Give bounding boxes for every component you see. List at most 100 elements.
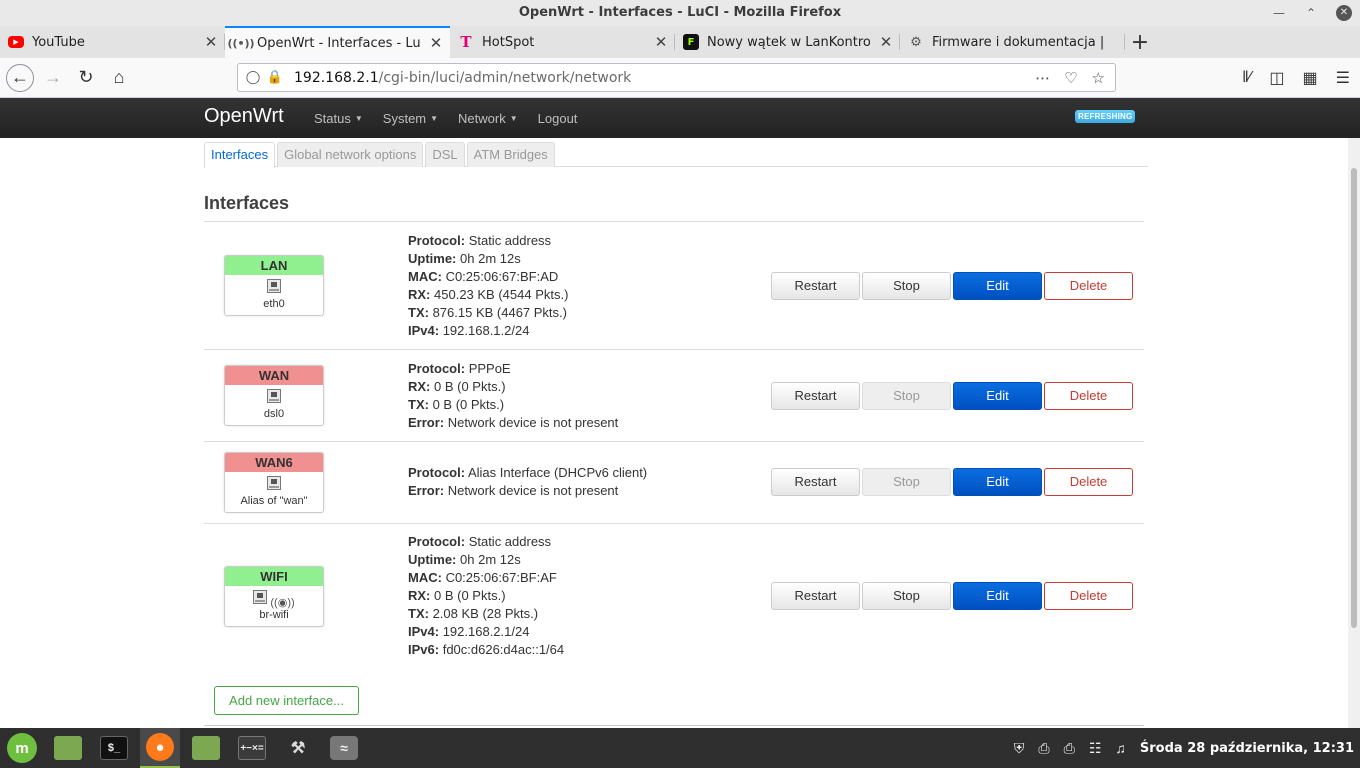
network-tray-icon[interactable]: ☷ [1089, 740, 1102, 757]
ethernet-port-icon [267, 389, 281, 403]
telekom-icon: T [460, 33, 472, 51]
url-text[interactable]: 192.168.2.1/cgi-bin/luci/admin/network/n… [294, 70, 1035, 86]
info-value: 0 B (0 Pkts.) [434, 379, 506, 394]
new-tab-icon[interactable]: + [1125, 26, 1155, 58]
edit-button[interactable]: Edit [953, 582, 1042, 610]
hamburger-menu-icon[interactable]: ☰ [1336, 68, 1350, 88]
mint-menu-button[interactable]: m [2, 728, 42, 768]
wifi-device-icon: ((◉)) [270, 597, 295, 609]
stop-button[interactable]: Stop [862, 272, 951, 300]
divider [204, 725, 1144, 726]
tab-close-icon[interactable]: ✕ [203, 33, 219, 51]
sound-tray-icon[interactable]: ♫ [1115, 740, 1126, 756]
info-value: 2.08 KB (28 Pkts.) [432, 606, 539, 621]
maximize-icon[interactable]: ⌃ [1304, 6, 1318, 20]
edit-button[interactable]: Edit [953, 468, 1042, 496]
info-mac: MAC: C0:25:06:67:BF:AD [408, 268, 568, 286]
bookmark-star-icon[interactable]: ☆ [1092, 69, 1105, 87]
launcher-firefox[interactable]: ● [140, 728, 180, 768]
tab-close-icon[interactable]: ✕ [653, 33, 669, 51]
tab-close-icon[interactable]: ✕ [428, 34, 444, 52]
home-icon[interactable]: ⌂ [105, 64, 133, 92]
info-label: RX: [408, 588, 431, 603]
launcher-files[interactable] [48, 728, 88, 768]
tab-lankontrole[interactable]: F Nowy wątek w LanKontrole ✕ [675, 26, 900, 58]
refreshing-badge[interactable]: REFRESHING [1075, 110, 1136, 123]
edit-button[interactable]: Edit [953, 382, 1042, 410]
extensions-icon[interactable]: ▦ [1303, 68, 1318, 88]
minimize-icon[interactable]: — [1272, 6, 1286, 20]
device-name: dsl0 [263, 408, 285, 420]
printer-tray-icon[interactable]: ⎙ [1064, 740, 1075, 757]
subtab-interfaces[interactable]: Interfaces [204, 142, 276, 168]
menu-label: System [382, 110, 427, 126]
restart-button[interactable]: Restart [771, 582, 860, 610]
shield-icon[interactable]: ◯ [242, 70, 264, 85]
brand-logo[interactable]: OpenWrt [204, 105, 284, 128]
delete-button[interactable]: Delete [1044, 272, 1133, 300]
add-interface-button[interactable]: Add new interface... [214, 686, 359, 715]
restart-button[interactable]: Restart [771, 468, 860, 496]
url-host: 192.168.2.1 [294, 69, 379, 86]
edit-button[interactable]: Edit [953, 272, 1042, 300]
menu-logout[interactable]: Logout [538, 111, 578, 126]
delete-button[interactable]: Delete [1044, 468, 1133, 496]
device-name: eth0 [263, 298, 285, 310]
sidebar-icon[interactable]: ◫ [1269, 68, 1284, 88]
info-label: Error: [408, 415, 445, 430]
tab-openwrt[interactable]: ((•)) OpenWrt - Interfaces - LuCI ✕ [225, 26, 450, 58]
restart-button[interactable]: Restart [771, 382, 860, 410]
stop-button[interactable]: Stop [862, 582, 951, 610]
launcher-dbeaver[interactable]: ⚒ [278, 728, 318, 768]
scrollbar-thumb[interactable] [1351, 168, 1357, 628]
page-actions-icon[interactable]: ⋯ [1035, 69, 1050, 87]
library-icon[interactable]: ‖∕ [1242, 69, 1251, 87]
info-value: 0 B (0 Pkts.) [434, 588, 506, 603]
info-value: 192.168.2.1/24 [442, 624, 530, 639]
launcher-folder[interactable] [186, 728, 226, 768]
tab-close-icon[interactable]: ✕ [878, 33, 894, 51]
tab-hotspot[interactable]: T HotSpot ✕ [450, 26, 675, 58]
interface-name: WAN6 [225, 453, 323, 472]
menu-status[interactable]: Status ▼ [314, 111, 363, 126]
luci-header: OpenWrt Status ▼ System ▼ Network ▼ Logout … [0, 98, 1360, 138]
forward-icon[interactable]: → [39, 64, 67, 92]
subtab-global-network-options[interactable]: Global network options [277, 142, 424, 167]
tab-label: Nowy wątek w LanKontrole [707, 34, 870, 50]
clipboard-tray-icon[interactable]: ⎙ [1038, 740, 1049, 757]
tab-youtube[interactable]: ▶ YouTube ✕ [0, 26, 225, 58]
page-scrollbar[interactable] [1348, 138, 1360, 728]
subtab-atm-bridges[interactable]: ATM Bridges [466, 142, 555, 167]
firmware-icon: ⚙ [910, 34, 922, 50]
device-name: br-wifi [259, 609, 289, 621]
subtab-dsl[interactable]: DSL [425, 142, 465, 167]
insecure-lock-icon[interactable]: 🔒 [264, 70, 286, 85]
stop-button[interactable]: Stop [862, 382, 951, 410]
bridge-device-icon [253, 590, 268, 604]
restart-button[interactable]: Restart [771, 272, 860, 300]
delete-button[interactable]: Delete [1044, 382, 1133, 410]
clock[interactable]: Środa 28 października, 12:31 [1140, 741, 1354, 756]
system-tray: ⛨ ⎙ ⎙ ☷ ♫ Środa 28 października, 12:31 [1014, 728, 1354, 768]
launcher-wifi-settings[interactable]: ≈ [324, 728, 364, 768]
info-label: Uptime: [408, 552, 457, 567]
launcher-calculator[interactable]: +−×= [232, 728, 272, 768]
back-icon[interactable]: ← [6, 63, 34, 92]
pocket-icon[interactable]: ♡ [1064, 69, 1077, 87]
delete-button[interactable]: Delete [1044, 582, 1133, 610]
info-value: Network device is not present [447, 415, 619, 430]
tab-label: YouTube [32, 34, 85, 50]
menu-system[interactable]: System ▼ [383, 111, 438, 126]
info-uptime: Uptime: 0h 2m 12s [408, 551, 564, 569]
menu-network[interactable]: Network ▼ [458, 111, 518, 126]
shield-tray-icon[interactable]: ⛨ [1014, 740, 1025, 757]
url-bar[interactable]: ◯ 🔒 192.168.2.1/cgi-bin/luci/admin/netwo… [237, 63, 1116, 92]
stop-button[interactable]: Stop [862, 468, 951, 496]
launcher-terminal[interactable]: $_ [94, 728, 134, 768]
tab-firmware[interactable]: ⚙ Firmware i dokumentacja | [900, 26, 1125, 58]
window-close-icon[interactable]: ✕ [1336, 5, 1352, 21]
tab-label: Firmware i dokumentacja | [932, 34, 1105, 50]
firefox-icon: ● [146, 733, 174, 761]
reload-icon[interactable]: ↻ [72, 64, 100, 92]
interface-name: WIFI [225, 567, 323, 586]
